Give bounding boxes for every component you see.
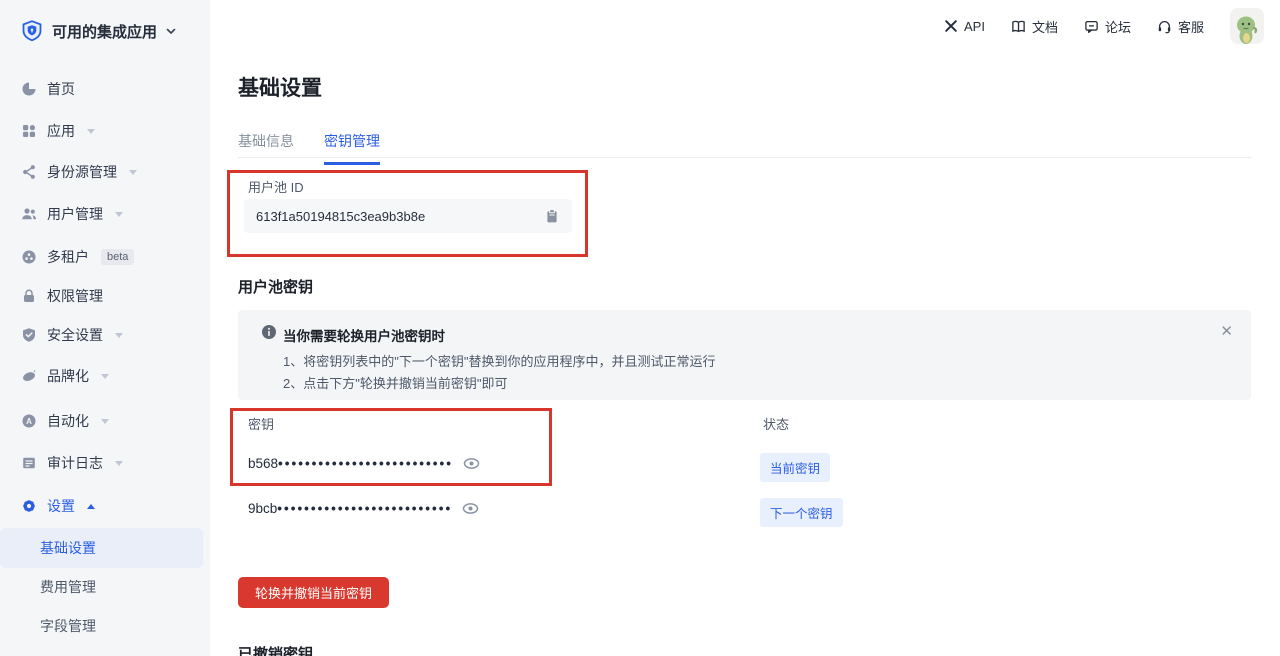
revoked-secrets-heading: 已撤销密钥 [238, 643, 313, 656]
sidebar-subitem-label: 字段管理 [40, 616, 96, 636]
shield-logo-icon [20, 19, 44, 43]
chevron-down-icon [129, 170, 137, 175]
sidebar-item-label: 审计日志 [47, 453, 103, 473]
book-icon [1011, 19, 1026, 34]
sidebar-item-branding[interactable]: 品牌化 [0, 363, 210, 389]
secret-row-current: b568•••••••••••••••••••••••••• [248, 455, 480, 472]
tabs: 基础信息 密钥管理 [238, 131, 380, 165]
chevron-down-icon [165, 25, 177, 37]
chevron-down-icon [87, 129, 95, 134]
sidebar-item-label: 自动化 [47, 411, 89, 431]
eye-icon[interactable] [463, 455, 480, 472]
sidebar-subitem-fields[interactable]: 字段管理 [0, 606, 203, 646]
sidebar-subitem-label: 基础设置 [40, 538, 96, 558]
rotate-revoke-button[interactable]: 轮换并撤销当前密钥 [238, 577, 389, 608]
sidebar-subitem-label: 费用管理 [40, 577, 96, 597]
share-nodes-icon [21, 164, 37, 180]
gear-icon [21, 498, 37, 514]
tools-icon [944, 19, 958, 33]
tab-secret-management[interactable]: 密钥管理 [324, 131, 380, 165]
workspace-name: 可用的集成应用 [52, 21, 157, 42]
banner-step-1: 1、将密钥列表中的"下一个密钥"替换到你的应用程序中，并且测试正常运行 [283, 351, 715, 370]
sidebar-item-security[interactable]: 安全设置 [0, 322, 210, 348]
banner-step-2: 2、点击下方"轮换并撤销当前密钥"即可 [283, 373, 507, 392]
pie-chart-icon [21, 81, 37, 97]
sidebar-item-label: 首页 [47, 79, 75, 99]
lock-icon [21, 288, 37, 304]
column-header-secret: 密钥 [248, 414, 274, 433]
tab-basic-info[interactable]: 基础信息 [238, 131, 294, 165]
chevron-down-icon [101, 419, 109, 424]
annotation-box-secret [230, 408, 552, 486]
banner-title: 当你需要轮换用户池密钥时 [283, 325, 445, 345]
pool-id-label: 用户池 ID [248, 177, 304, 196]
sidebar: 可用的集成应用 首页 应用 身份源管理 用户管理 多租户 b [0, 0, 210, 656]
docs-link[interactable]: 文档 [1011, 17, 1058, 36]
info-icon [261, 324, 277, 340]
sidebar-item-multi-tenant[interactable]: 多租户 beta [0, 244, 210, 270]
chevron-up-icon [87, 504, 95, 509]
sidebar-subitem-basic-settings[interactable]: 基础设置 [0, 528, 203, 568]
docs-link-label: 文档 [1032, 17, 1058, 36]
svg-text:A: A [26, 417, 32, 426]
sidebar-item-label: 用户管理 [47, 204, 103, 224]
chevron-down-icon [115, 461, 123, 466]
sidebar-item-home[interactable]: 首页 [0, 76, 210, 102]
sidebar-item-label: 品牌化 [47, 366, 89, 386]
sidebar-item-label: 身份源管理 [47, 162, 117, 182]
copy-icon[interactable] [544, 208, 560, 224]
support-link-label: 客服 [1178, 17, 1204, 36]
user-avatar[interactable] [1230, 8, 1264, 44]
rotate-info-banner: 当你需要轮换用户池密钥时 1、将密钥列表中的"下一个密钥"替换到你的应用程序中，… [238, 310, 1251, 400]
app-window: 可用的集成应用 首页 应用 身份源管理 用户管理 多租户 b [0, 0, 1280, 656]
support-link[interactable]: 客服 [1157, 17, 1204, 36]
users-icon [21, 206, 37, 222]
secret-value-masked: b568•••••••••••••••••••••••••• [248, 456, 453, 471]
sidebar-item-identity-sources[interactable]: 身份源管理 [0, 159, 210, 185]
sidebar-item-permissions[interactable]: 权限管理 [0, 283, 210, 309]
sidebar-item-automation[interactable]: A 自动化 [0, 408, 210, 434]
sidebar-item-user-management[interactable]: 用户管理 [0, 201, 210, 227]
status-badge-current: 当前密钥 [760, 453, 830, 482]
forum-link-label: 论坛 [1105, 17, 1131, 36]
sidebar-item-label: 应用 [47, 121, 75, 141]
api-link[interactable]: API [944, 19, 985, 34]
beta-badge: beta [101, 249, 134, 265]
tabs-divider [238, 157, 1251, 158]
sidebar-item-label: 安全设置 [47, 325, 103, 345]
audit-log-icon [21, 455, 37, 471]
tenant-icon [21, 249, 37, 265]
chevron-down-icon [101, 374, 109, 379]
chevron-down-icon [115, 333, 123, 338]
pool-id-field: 613f1a50194815c3ea9b3b8e [244, 199, 572, 233]
pool-secret-heading: 用户池密钥 [238, 276, 313, 297]
pool-id-value: 613f1a50194815c3ea9b3b8e [256, 209, 544, 224]
sidebar-item-label: 权限管理 [47, 286, 103, 306]
shield-check-icon [21, 327, 37, 343]
api-link-label: API [964, 19, 985, 34]
sidebar-item-label: 多租户 [47, 247, 89, 267]
sidebar-subitem-billing[interactable]: 费用管理 [0, 567, 203, 607]
sidebar-item-apps[interactable]: 应用 [0, 118, 210, 144]
status-badge-next: 下一个密钥 [760, 498, 843, 527]
chat-bubble-icon [1084, 19, 1099, 34]
sidebar-item-audit-logs[interactable]: 审计日志 [0, 450, 210, 476]
top-bar: API 文档 论坛 客服 [944, 8, 1264, 44]
headset-icon [1157, 19, 1172, 34]
sidebar-item-label: 设置 [47, 496, 75, 516]
workspace-switcher[interactable]: 可用的集成应用 [20, 19, 177, 43]
forum-link[interactable]: 论坛 [1084, 17, 1131, 36]
page-title: 基础设置 [238, 72, 322, 102]
chevron-down-icon [115, 212, 123, 217]
column-header-status: 状态 [763, 414, 789, 433]
dino-avatar-image [1233, 14, 1261, 44]
paint-brush-icon [21, 368, 37, 384]
automation-icon: A [21, 413, 37, 429]
secret-value-masked: 9bcb•••••••••••••••••••••••••• [248, 501, 452, 516]
apps-grid-icon [21, 123, 37, 139]
secret-row-next: 9bcb•••••••••••••••••••••••••• [248, 500, 479, 517]
eye-icon[interactable] [462, 500, 479, 517]
close-icon[interactable]: ✕ [1220, 322, 1233, 340]
sidebar-item-settings[interactable]: 设置 [0, 493, 210, 519]
